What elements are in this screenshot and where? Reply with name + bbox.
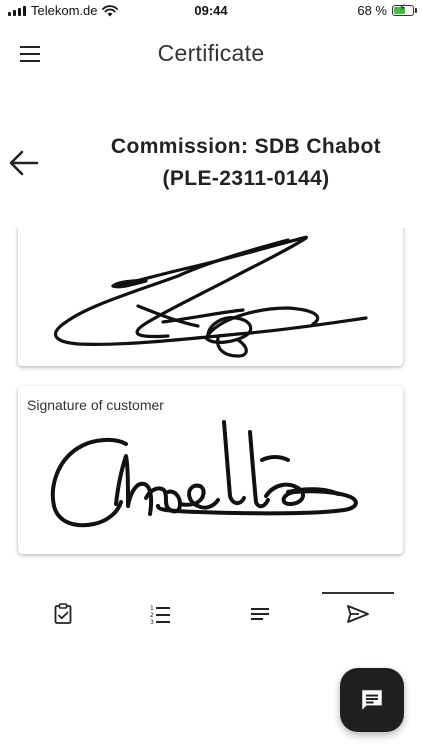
battery-icon: ⚡ xyxy=(392,3,417,16)
page-title: Certificate xyxy=(157,40,265,66)
back-button[interactable] xyxy=(6,143,42,183)
technician-signature-drawing xyxy=(53,235,368,358)
arrow-left-icon xyxy=(9,150,39,176)
technician-signature-card[interactable] xyxy=(18,228,403,366)
commission-title: Commission: SDB Chabot (PLE-2311-0144) xyxy=(70,131,422,195)
clipboard-check-icon xyxy=(54,603,72,624)
chat-message-icon xyxy=(362,690,382,710)
text-lines-icon xyxy=(251,608,269,620)
chat-button[interactable] xyxy=(340,668,404,732)
status-right: 68 % ⚡ xyxy=(357,3,417,18)
svg-text:3: 3 xyxy=(150,619,154,626)
send-icon xyxy=(347,605,369,623)
tab-send[interactable] xyxy=(322,590,394,638)
signature-scroll-area[interactable]: Signature of customer xyxy=(0,228,422,573)
numbered-list-icon: 1 2 3 xyxy=(150,605,170,626)
tab-checklist[interactable] xyxy=(27,590,99,638)
tab-notes[interactable] xyxy=(224,590,296,638)
svg-text:1: 1 xyxy=(150,605,154,612)
commission-name: Commission: SDB Chabot xyxy=(110,135,382,158)
charging-bolt-icon: ⚡ xyxy=(399,3,407,14)
bottom-tab-bar: 1 2 3 xyxy=(0,590,422,640)
app-bar: Certificate xyxy=(0,28,422,80)
battery-percent: 68 % xyxy=(357,3,387,18)
status-bar: Telekom.de 09:44 68 % ⚡ xyxy=(0,0,422,24)
commission-number: (PLE-2311-0144) xyxy=(162,167,330,190)
svg-text:2: 2 xyxy=(150,612,154,619)
customer-signature-card[interactable]: Signature of customer xyxy=(18,386,403,554)
tab-numbered-list[interactable]: 1 2 3 xyxy=(124,590,196,638)
customer-signature-drawing xyxy=(50,420,358,528)
